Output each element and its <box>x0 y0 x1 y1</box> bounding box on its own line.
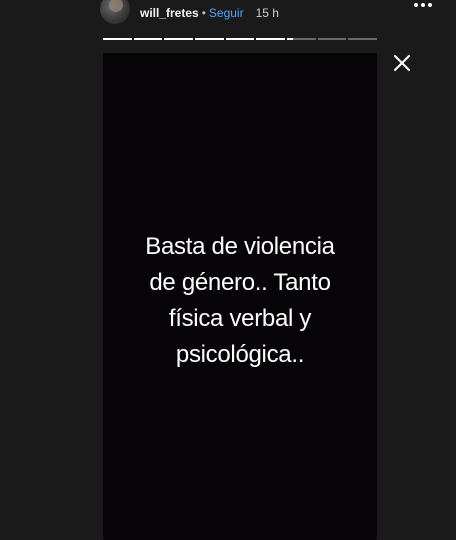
follow-button[interactable]: Seguir <box>209 6 244 20</box>
timestamp: 15 h <box>255 6 279 20</box>
progress-segment <box>195 38 224 40</box>
progress-segment <box>164 38 194 40</box>
progress-segment <box>317 38 347 40</box>
progress-segment-fill <box>287 38 293 40</box>
progress-segment-fill <box>133 38 163 40</box>
avatar[interactable] <box>100 0 130 24</box>
progress-segment-fill <box>195 38 224 40</box>
story-content[interactable]: Basta de violencia de género.. Tanto fís… <box>103 53 377 540</box>
progress-segment-fill <box>225 38 255 40</box>
separator-dot: • <box>201 6 206 20</box>
close-icon[interactable] <box>391 52 413 74</box>
progress-segment <box>225 38 255 40</box>
progress-segment <box>133 38 163 40</box>
progress-segment <box>256 38 286 40</box>
more-options-icon[interactable] <box>414 3 432 7</box>
story-header: will_fretes • Seguir 15 h <box>100 0 380 26</box>
progress-segment-fill <box>256 38 286 40</box>
story-viewer: will_fretes • Seguir 15 h Basta de viole… <box>0 0 456 540</box>
story-text: Basta de violencia de género.. Tanto fís… <box>145 233 335 368</box>
progress-segment <box>287 38 316 40</box>
progress-segment <box>103 38 132 40</box>
story-progress-bar <box>103 38 378 40</box>
username[interactable]: will_fretes <box>140 6 199 20</box>
progress-segment <box>348 38 378 40</box>
progress-segment-fill <box>164 38 194 40</box>
progress-segment-fill <box>103 38 132 40</box>
